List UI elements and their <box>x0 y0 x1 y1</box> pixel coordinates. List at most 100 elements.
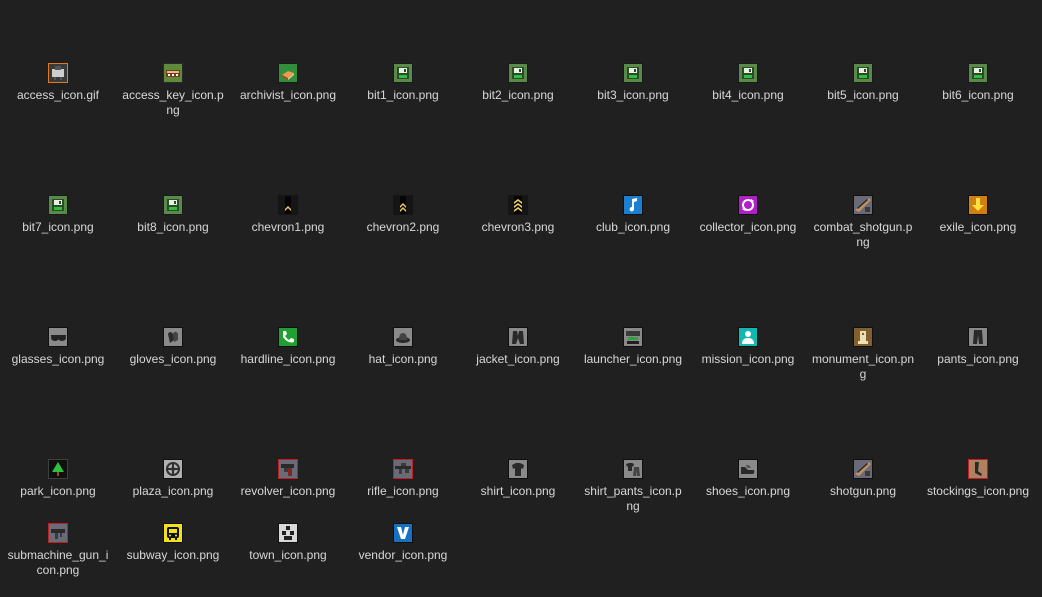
file-name-label: hardline_icon.png <box>240 352 336 366</box>
file-item[interactable]: plaza_icon.png <box>121 459 225 499</box>
down-arrow-icon <box>968 195 988 215</box>
file-name-label: shirt_pants_icon.png <box>584 484 682 513</box>
disk-icon <box>738 63 758 83</box>
file-item[interactable]: vendor_icon.png <box>351 523 455 563</box>
file-name-label: plaza_icon.png <box>132 484 214 498</box>
smg-icon <box>48 523 68 543</box>
file-name-label: club_icon.png <box>595 220 671 234</box>
file-item[interactable]: gloves_icon.png <box>121 327 225 367</box>
file-name-label: chevron1.png <box>251 220 325 234</box>
glasses-icon <box>48 327 68 347</box>
file-item[interactable]: bit7_icon.png <box>6 195 110 235</box>
file-name-label: launcher_icon.png <box>583 352 683 366</box>
file-item[interactable]: access_icon.gif <box>6 63 110 103</box>
file-item[interactable]: revolver_icon.png <box>236 459 340 499</box>
file-name-label: park_icon.png <box>20 484 96 498</box>
jacket-icon <box>508 327 528 347</box>
file-item[interactable]: hardline_icon.png <box>236 327 340 367</box>
phone-icon <box>278 327 298 347</box>
disk-icon <box>393 63 413 83</box>
file-name-label: bit4_icon.png <box>712 88 784 102</box>
launcher-icon <box>623 327 643 347</box>
disk-icon <box>623 63 643 83</box>
file-name-label: pants_icon.png <box>937 352 1019 366</box>
file-item[interactable]: rifle_icon.png <box>351 459 455 499</box>
file-item[interactable]: club_icon.png <box>581 195 685 235</box>
file-item[interactable]: bit5_icon.png <box>811 63 915 103</box>
file-item[interactable]: bit1_icon.png <box>351 63 455 103</box>
file-item[interactable]: chevron3.png <box>466 195 570 235</box>
hat-icon <box>393 327 413 347</box>
file-item[interactable]: bit4_icon.png <box>696 63 800 103</box>
file-item[interactable]: shotgun.png <box>811 459 915 499</box>
music-note-icon <box>623 195 643 215</box>
shotgun-icon <box>853 195 873 215</box>
subway-icon <box>163 523 183 543</box>
file-item[interactable]: bit2_icon.png <box>466 63 570 103</box>
shotgun-icon <box>853 459 873 479</box>
file-name-label: jacket_icon.png <box>476 352 560 366</box>
file-name-label: bit1_icon.png <box>367 88 439 102</box>
file-item[interactable]: access_key_icon.png <box>121 63 225 118</box>
file-item[interactable]: shirt_pants_icon.png <box>581 459 685 514</box>
file-item[interactable]: park_icon.png <box>6 459 110 499</box>
file-name-label: chevron2.png <box>366 220 440 234</box>
file-name-label: submachine_gun_icon.png <box>7 548 109 577</box>
file-name-label: hat_icon.png <box>368 352 438 366</box>
file-name-label: collector_icon.png <box>699 220 797 234</box>
file-item[interactable]: collector_icon.png <box>696 195 800 235</box>
file-item[interactable]: shirt_icon.png <box>466 459 570 499</box>
file-item[interactable]: archivist_icon.png <box>236 63 340 103</box>
file-item[interactable]: bit3_icon.png <box>581 63 685 103</box>
file-item[interactable]: subway_icon.png <box>121 523 225 563</box>
file-item[interactable]: bit6_icon.png <box>926 63 1030 103</box>
shirt-pants-icon <box>623 459 643 479</box>
file-name-label: bit5_icon.png <box>827 88 899 102</box>
file-item[interactable]: stockings_icon.png <box>926 459 1030 499</box>
plaza-icon <box>163 459 183 479</box>
shoes-icon <box>738 459 758 479</box>
file-name-label: rifle_icon.png <box>367 484 439 498</box>
file-item[interactable]: town_icon.png <box>236 523 340 563</box>
file-name-label: bit7_icon.png <box>22 220 94 234</box>
file-icon-grid: access_icon.gif access_key_icon.png archiv… <box>0 0 1042 597</box>
gloves-icon <box>163 327 183 347</box>
disk-icon <box>853 63 873 83</box>
file-name-label: exile_icon.png <box>939 220 1017 234</box>
stockings-icon <box>968 459 988 479</box>
file-item[interactable]: bit8_icon.png <box>121 195 225 235</box>
file-item[interactable]: glasses_icon.png <box>6 327 110 367</box>
disk-icon <box>968 63 988 83</box>
file-item[interactable]: pants_icon.png <box>926 327 1030 367</box>
town-icon <box>278 523 298 543</box>
file-name-label: shotgun.png <box>829 484 897 498</box>
file-name-label: bit6_icon.png <box>942 88 1014 102</box>
file-item[interactable]: launcher_icon.png <box>581 327 685 367</box>
file-item[interactable]: chevron2.png <box>351 195 455 235</box>
chevron3-icon <box>508 195 528 215</box>
chevron2-icon <box>393 195 413 215</box>
file-name-label: combat_shotgun.png <box>813 220 913 249</box>
collector-icon <box>738 195 758 215</box>
disk-icon <box>163 195 183 215</box>
file-item[interactable]: chevron1.png <box>236 195 340 235</box>
file-name-label: subway_icon.png <box>126 548 220 562</box>
file-item[interactable]: monument_icon.png <box>811 327 915 382</box>
file-item[interactable]: mission_icon.png <box>696 327 800 367</box>
shirt-icon <box>508 459 528 479</box>
file-item[interactable]: exile_icon.png <box>926 195 1030 235</box>
tree-icon <box>48 459 68 479</box>
file-name-label: archivist_icon.png <box>239 88 337 102</box>
file-item[interactable]: hat_icon.png <box>351 327 455 367</box>
file-item[interactable]: combat_shotgun.png <box>811 195 915 250</box>
file-item[interactable]: shoes_icon.png <box>696 459 800 499</box>
file-item[interactable]: submachine_gun_icon.png <box>6 523 110 578</box>
file-item[interactable]: jacket_icon.png <box>466 327 570 367</box>
file-name-label: monument_icon.png <box>811 352 915 381</box>
file-name-label: chevron3.png <box>481 220 555 234</box>
vendor-icon <box>393 523 413 543</box>
file-name-label: glasses_icon.png <box>11 352 105 366</box>
revolver-icon <box>278 459 298 479</box>
file-name-label: shirt_icon.png <box>480 484 556 498</box>
file-name-label: shoes_icon.png <box>705 484 791 498</box>
